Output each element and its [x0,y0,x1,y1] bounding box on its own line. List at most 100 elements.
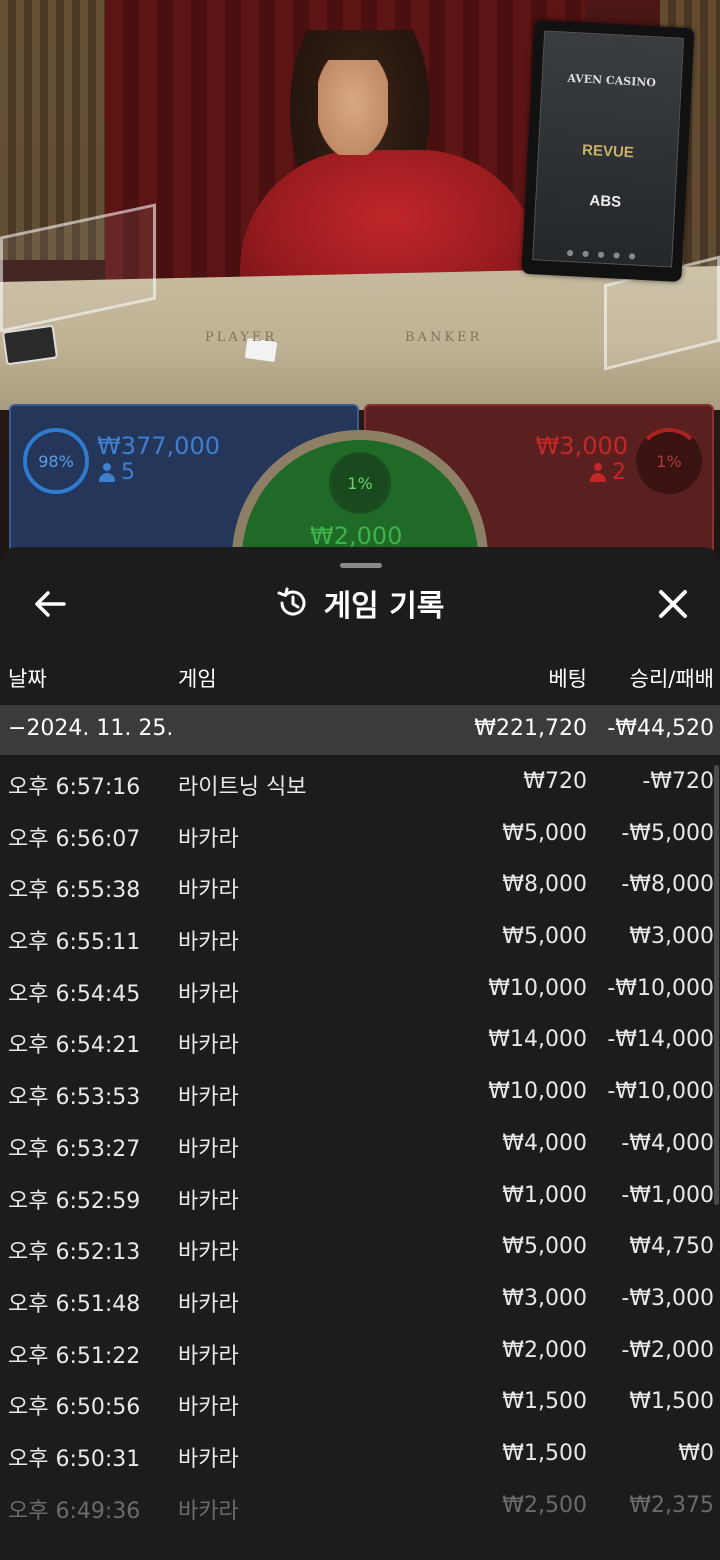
row-time: 오후 6:53:53 [8,1085,141,1111]
history-list: 오후 6:57:16 라이트닝 식보 ₩720 -₩720 오후 6:56:07 바카라 ₩… [0,757,720,1532]
summary-bet: ₩221,720 [474,716,587,741]
column-header-result: 승리/패배 [629,667,714,691]
player-total-stake: ₩377,000 [97,432,220,460]
sheet-title: 게임 기록 [323,589,445,624]
table-label-banker: BANKER [405,330,483,345]
row-game: 바카라 [178,930,239,956]
person-icon [590,462,606,483]
person-icon [99,462,115,483]
row-time: 오후 6:50:31 [8,1446,141,1472]
row-bet: ₩5,000 [502,820,587,846]
game-history-sheet: 게임 기록 날짜 게임 베팅 승리/패배 −2024. 11. 25. ₩221… [0,547,720,1560]
column-header-date: 날짜 [8,667,47,691]
table-row[interactable]: 오후 6:51:48 바카라 ₩3,000 -₩3,000 [0,1274,720,1326]
sheet-title-group: 게임 기록 [0,581,720,625]
row-game: 바카라 [178,1291,239,1317]
date-group-summary[interactable]: −2024. 11. 25. ₩221,720 -₩44,520 [0,705,720,755]
table-row[interactable]: 오후 6:52:13 바카라 ₩5,000 ₩4,750 [0,1222,720,1274]
row-time: 오후 6:50:56 [8,1395,141,1421]
row-game: 바카라 [178,1498,239,1524]
row-result: -₩3,000 [621,1285,714,1311]
table-row[interactable]: 오후 6:55:11 바카라 ₩5,000 ₩3,000 [0,912,720,964]
row-result: ₩0 [678,1440,714,1466]
close-button[interactable] [656,587,690,621]
row-bet: ₩1,000 [502,1182,587,1208]
banker-total-stake: ₩3,000 [535,432,628,460]
row-result: ₩4,750 [629,1234,714,1260]
sheet-header: 게임 기록 [0,575,720,631]
row-game: 바카라 [178,1343,239,1369]
row-time: 오후 6:51:48 [8,1291,141,1317]
table-row[interactable]: 오후 6:52:59 바카라 ₩1,000 -₩1,000 [0,1171,720,1223]
history-icon [277,587,306,616]
row-game: 바카라 [178,1446,239,1472]
row-result: -₩2,000 [621,1337,714,1363]
row-result: -₩5,000 [621,820,714,846]
row-time: 오후 6:56:07 [8,826,141,852]
table-row[interactable]: 오후 6:57:16 라이트닝 식보 ₩720 -₩720 [0,757,720,809]
row-time: 오후 6:51:22 [8,1343,141,1369]
row-game: 바카라 [178,878,239,904]
row-time: 오후 6:49:36 [8,1498,141,1524]
row-time: 오후 6:53:27 [8,1136,141,1162]
table-row[interactable]: 오후 6:50:31 바카라 ₩1,500 ₩0 [0,1429,720,1481]
column-header-bet: 베팅 [548,667,587,691]
row-bet: ₩720 [523,769,587,794]
row-result: ₩3,000 [629,924,714,950]
row-bet: ₩4,000 [502,1130,587,1156]
row-bet: ₩2,500 [502,1492,587,1518]
row-game: 바카라 [178,981,239,1007]
player-percent-ring: 98% [23,428,89,494]
banker-percent: 1% [656,451,682,471]
row-bet: ₩5,000 [502,924,587,950]
table-row[interactable]: 오후 6:55:38 바카라 ₩8,000 -₩8,000 [0,860,720,912]
tie-percent: 1% [347,473,373,493]
row-bet: ₩5,000 [502,1234,587,1260]
row-bet: ₩14,000 [488,1027,587,1053]
row-bet: ₩10,000 [488,975,587,1001]
banker-percent-ring: 1% [636,428,702,494]
table-row[interactable]: 오후 6:53:53 바카라 ₩10,000 -₩10,000 [0,1067,720,1119]
row-result: ₩1,500 [629,1389,714,1415]
tie-total-stake: ₩2,000 [310,522,403,550]
player-bettor-count: 5 [99,460,135,485]
row-result: ₩2,375 [629,1492,714,1518]
row-game: 바카라 [178,1240,239,1266]
table-row[interactable]: 오후 6:56:07 바카라 ₩5,000 -₩5,000 [0,809,720,861]
table-row[interactable]: 오후 6:54:21 바카라 ₩14,000 -₩14,000 [0,1015,720,1067]
row-result: -₩4,000 [621,1130,714,1156]
row-bet: ₩10,000 [488,1079,587,1105]
table-header: 날짜 게임 베팅 승리/패배 [0,651,720,701]
casino-monitor: AVEN CASINO REVUE ABS ● ● ● ● ● [521,19,695,283]
table-row[interactable]: 오후 6:53:27 바카라 ₩4,000 -₩4,000 [0,1119,720,1171]
row-time: 오후 6:52:13 [8,1240,141,1266]
sheet-drag-handle[interactable] [340,563,382,568]
row-time: 오후 6:57:16 [8,775,141,800]
brand-aven-casino: AVEN CASINO [567,71,657,90]
row-game: 바카라 [178,826,239,852]
tie-percent-ring: 1% [329,452,391,514]
player-bettor-number: 5 [121,460,135,485]
table-row[interactable]: 오후 6:50:56 바카라 ₩1,500 ₩1,500 [0,1377,720,1429]
table-row[interactable]: 오후 6:49:36 바카라 ₩2,500 ₩2,375 [0,1481,720,1533]
row-game: 라이트닝 식보 [178,775,307,800]
table-row[interactable]: 오후 6:54:45 바카라 ₩10,000 -₩10,000 [0,964,720,1016]
scrollbar[interactable] [714,765,719,1205]
dealer-face [318,60,388,155]
banker-bettor-number: 2 [612,460,626,485]
brand-abs: ABS [589,192,622,211]
row-time: 오후 6:52:59 [8,1188,141,1214]
row-result: -₩10,000 [607,1079,714,1105]
table-label-player: PLAYER [205,330,278,345]
row-result: -₩14,000 [607,1027,714,1053]
monitor-screen: AVEN CASINO REVUE ABS ● ● ● ● ● [532,30,685,268]
row-bet: ₩8,000 [502,872,587,898]
row-game: 바카라 [178,1033,239,1059]
row-bet: ₩1,500 [502,1440,587,1466]
row-game: 바카라 [178,1136,239,1162]
summary-result: -₩44,520 [607,716,714,741]
table-row[interactable]: 오후 6:51:22 바카라 ₩2,000 -₩2,000 [0,1326,720,1378]
row-time: 오후 6:55:38 [8,878,141,904]
card-deck [1,324,59,366]
row-time: 오후 6:54:21 [8,1033,141,1059]
